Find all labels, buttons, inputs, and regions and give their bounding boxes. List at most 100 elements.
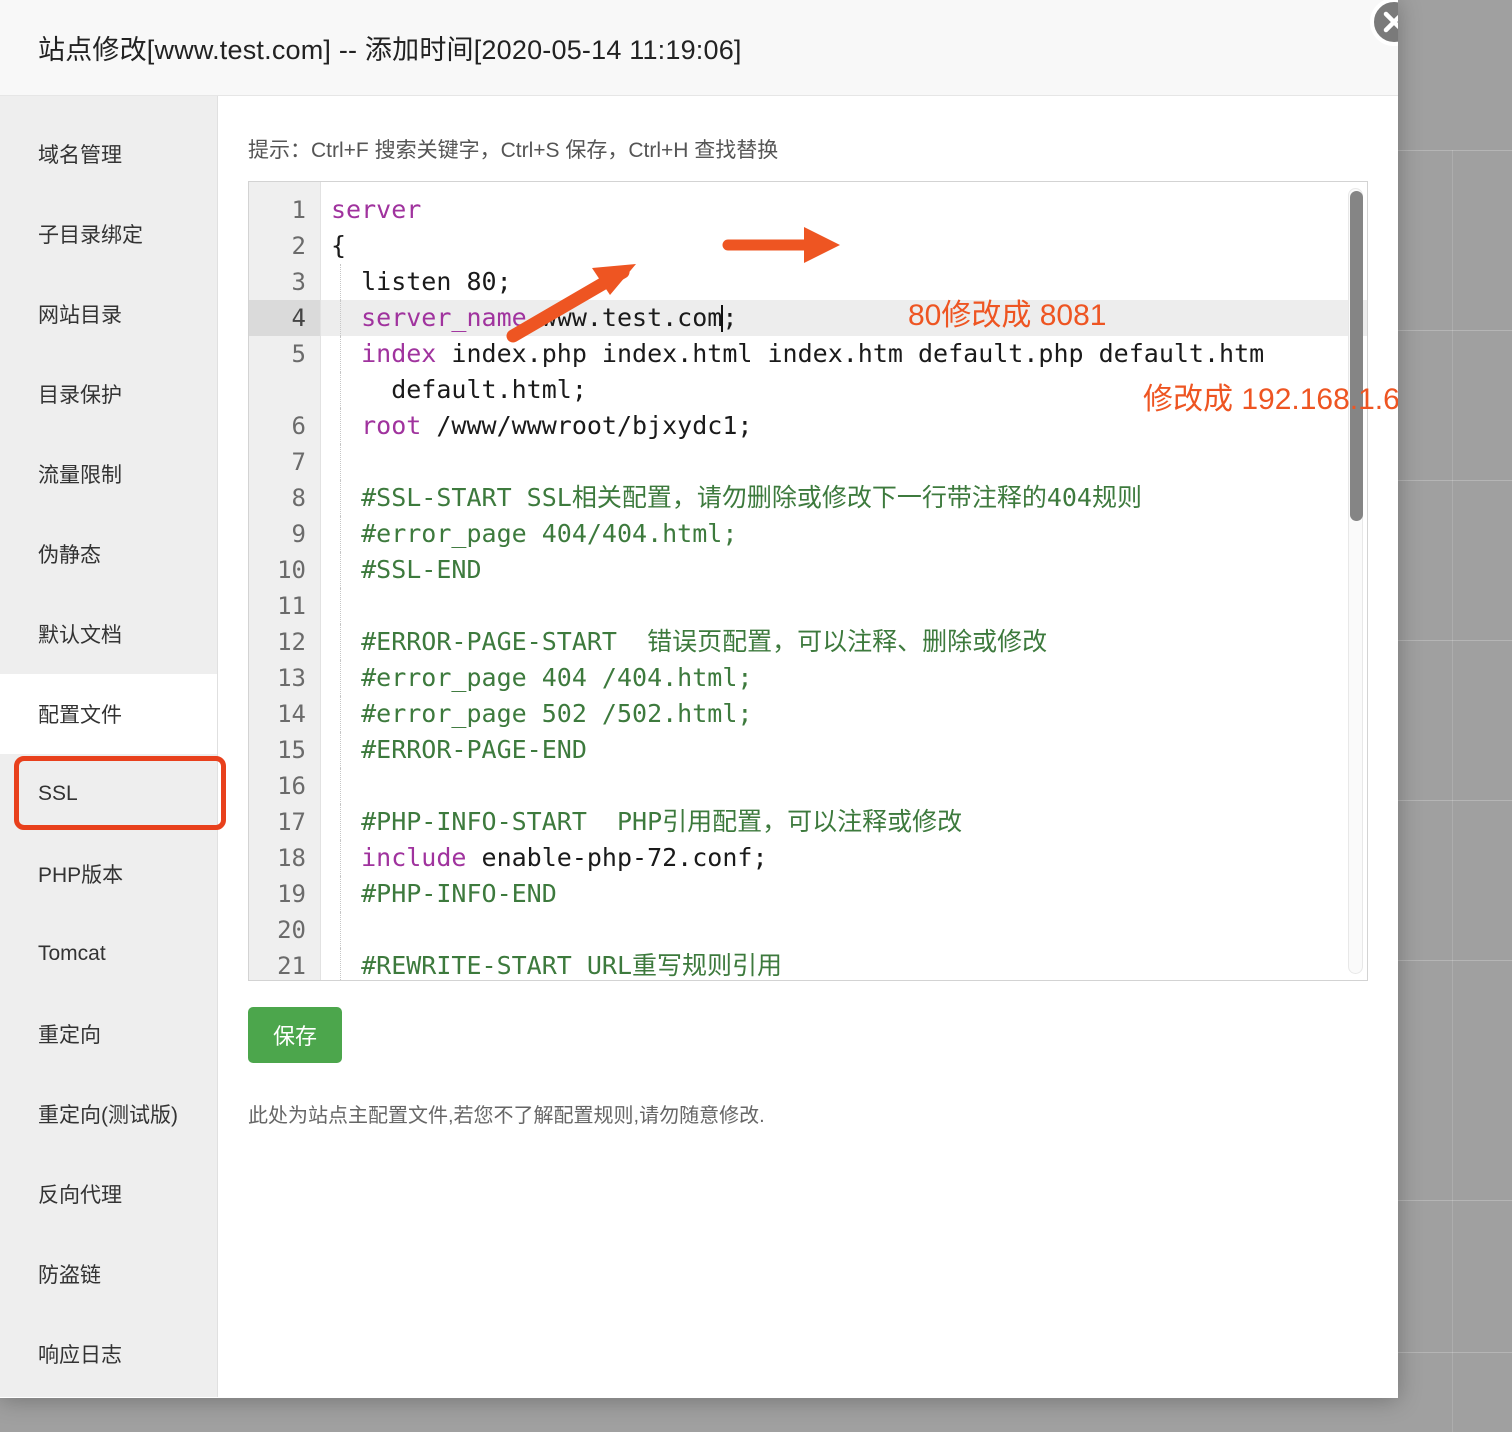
code-token-txt: /www/wwwroot/bjxydc1;	[421, 411, 753, 440]
indent-guide	[340, 948, 341, 980]
sidebar-item-13[interactable]: 反向代理	[0, 1154, 217, 1234]
indent-guide	[340, 588, 341, 624]
indent-guide	[340, 624, 341, 660]
code-line[interactable]: #error_page 502 /502.html;	[321, 696, 1367, 732]
line-number: 8	[291, 484, 306, 512]
sidebar-item-label: 配置文件	[38, 704, 122, 727]
indent-guide	[340, 840, 341, 876]
line-number: 7	[291, 448, 306, 476]
code-line[interactable]: listen 80;	[321, 264, 1367, 300]
sidebar-item-10[interactable]: Tomcat	[0, 914, 217, 994]
sidebar-item-label: PHP版本	[38, 864, 124, 887]
indent-guide	[340, 804, 341, 840]
code-line[interactable]: #error_page 404/404.html;	[321, 516, 1367, 552]
code-line[interactable]: #PHP-INFO-END	[321, 876, 1367, 912]
code-line[interactable]: #REWRITE-START URL重写规则引用	[321, 948, 1367, 980]
code-line[interactable]: server	[321, 192, 1367, 228]
line-number: 4	[249, 300, 320, 336]
code-line[interactable]	[321, 444, 1367, 480]
indent-guide	[340, 768, 341, 804]
sidebar-item-6[interactable]: 默认文档	[0, 594, 217, 674]
code-token-cmt: #SSL-END	[331, 555, 482, 584]
line-number: 3	[291, 268, 306, 296]
code-token-kw: include	[331, 843, 467, 872]
code-token-cmt: #SSL-START SSL相关配置，请勿删除或修改下一行带注释的404规则	[331, 483, 1142, 512]
code-line[interactable]: index index.php index.html index.htm def…	[321, 336, 1367, 372]
code-token-kw: server	[331, 195, 422, 224]
sidebar-item-label: 网站目录	[38, 304, 122, 327]
code-token-txt: {	[331, 231, 347, 260]
indent-guide	[340, 876, 341, 912]
sidebar-item-8[interactable]: SSL	[0, 754, 217, 834]
line-number: 21	[277, 952, 306, 980]
editor-vertical-scrollbar[interactable]	[1348, 188, 1363, 974]
code-line[interactable]: #ERROR-PAGE-START 错误页配置，可以注释、删除或修改	[321, 624, 1367, 660]
code-line[interactable]: {	[321, 228, 1367, 264]
sidebar-item-list: 域名管理 子目录绑定网站目录目录保护流量限制伪静态默认文档配置文件 SSL PHP版本…	[0, 114, 217, 1394]
sidebar-item-9[interactable]: PHP版本	[0, 834, 217, 914]
code-token-cmt: #ERROR-PAGE-START 错误页配置，可以注释、删除或修改	[331, 627, 1048, 656]
sidebar-item-12[interactable]: 重定向(测试版)	[0, 1074, 217, 1154]
indent-guide	[340, 264, 341, 300]
sidebar-item-11[interactable]: 重定向	[0, 994, 217, 1074]
code-token-cmt: #PHP-INFO-END	[331, 879, 557, 908]
code-line[interactable]: server_name www.test.com;	[321, 300, 1367, 336]
code-line[interactable]	[321, 768, 1367, 804]
code-token-txt: www.test.com	[526, 303, 723, 332]
backdrop-divider	[1452, 150, 1453, 1432]
sidebar-item-label: 重定向(测试版)	[38, 1104, 178, 1127]
code-token-kw: server_name	[331, 303, 527, 332]
code-line[interactable]: #SSL-START SSL相关配置，请勿删除或修改下一行带注释的404规则	[321, 480, 1367, 516]
indent-guide	[340, 480, 341, 516]
line-number: 19	[277, 880, 306, 908]
line-number: 2	[291, 232, 306, 260]
sidebar-item-5[interactable]: 伪静态	[0, 514, 217, 594]
sidebar: 域名管理 子目录绑定网站目录目录保护流量限制伪静态默认文档配置文件 SSL PHP版本…	[0, 96, 226, 1397]
line-number: ·	[249, 372, 320, 408]
indent-guide	[340, 552, 341, 588]
editor-scrollbar-thumb[interactable]	[1350, 191, 1363, 521]
code-line[interactable]: #ERROR-PAGE-END	[321, 732, 1367, 768]
line-number: 15	[277, 736, 306, 764]
line-number: 20	[277, 916, 306, 944]
sidebar-item-label: 流量限制	[38, 464, 122, 487]
sidebar-item-7[interactable]: 配置文件	[0, 674, 217, 754]
code-token-kw: root	[331, 411, 422, 440]
indent-guide	[340, 372, 341, 408]
code-line[interactable]: root /www/wwwroot/bjxydc1;	[321, 408, 1367, 444]
code-line[interactable]	[321, 912, 1367, 948]
sidebar-item-label: 默认文档	[38, 624, 122, 647]
config-code-editor[interactable]: 12345·6789101112131415161718192021 serve…	[248, 181, 1368, 981]
code-line[interactable]: #PHP-INFO-START PHP引用配置，可以注释或修改	[321, 804, 1367, 840]
code-line[interactable]: include enable-php-72.conf;	[321, 840, 1367, 876]
code-token-txt: enable-php-72.conf;	[466, 843, 768, 872]
code-token-cmt: #error_page 404/404.html;	[331, 519, 738, 548]
line-number: 18	[277, 844, 306, 872]
editor-code-area[interactable]: server { listen 80; server_name www.test.…	[321, 182, 1367, 980]
sidebar-item-1[interactable]: 子目录绑定	[0, 194, 217, 274]
close-icon[interactable]	[1370, 0, 1398, 46]
sidebar-item-14[interactable]: 防盗链	[0, 1234, 217, 1314]
sidebar-item-15[interactable]: 响应日志	[0, 1314, 217, 1394]
code-line[interactable]: #error_page 404 /404.html;	[321, 660, 1367, 696]
save-button[interactable]: 保存	[248, 1007, 342, 1063]
sidebar-item-label: 防盗链	[38, 1264, 101, 1287]
code-token-cmt: #REWRITE-START URL重写规则引用	[331, 951, 783, 980]
indent-guide	[340, 660, 341, 696]
sidebar-item-label: 伪静态	[38, 544, 101, 567]
code-line[interactable]: #SSL-END	[321, 552, 1367, 588]
line-number: 17	[277, 808, 306, 836]
code-line[interactable]: default.html;	[321, 372, 1367, 408]
code-token-txt: ;	[722, 303, 738, 332]
line-number: 1	[291, 196, 306, 224]
sidebar-item-label: 重定向	[38, 1024, 101, 1047]
editor-shortcut-hint: 提示：Ctrl+F 搜索关键字，Ctrl+S 保存，Ctrl+H 查找替换	[248, 139, 779, 162]
code-line[interactable]	[321, 588, 1367, 624]
code-token-cmt: #error_page 502 /502.html;	[331, 699, 753, 728]
sidebar-item-2[interactable]: 网站目录	[0, 274, 217, 354]
sidebar-item-3[interactable]: 目录保护	[0, 354, 217, 434]
sidebar-item-0[interactable]: 域名管理	[0, 114, 217, 194]
sidebar-item-4[interactable]: 流量限制	[0, 434, 217, 514]
editor-line-number-gutter: 12345·6789101112131415161718192021	[249, 182, 321, 980]
sidebar-item-label: 反向代理	[38, 1184, 122, 1207]
